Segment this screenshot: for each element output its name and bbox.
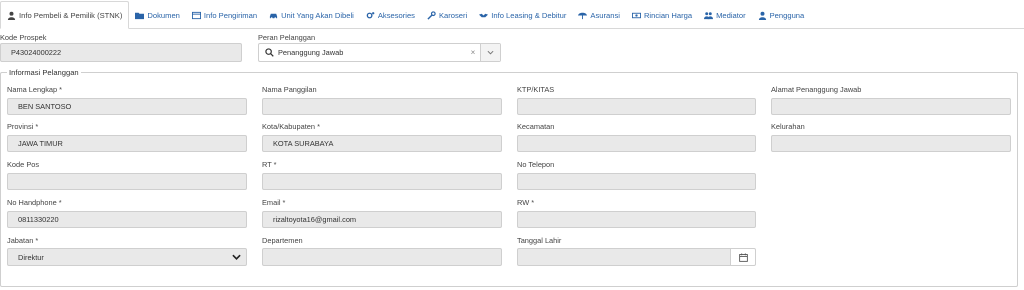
rw-field[interactable]: [517, 211, 756, 228]
rt-label: RT *: [262, 160, 277, 169]
tab-mediator[interactable]: Mediator: [698, 2, 752, 28]
folder-icon: [135, 12, 145, 19]
search-icon: [265, 48, 274, 57]
clear-icon[interactable]: ×: [466, 48, 480, 57]
tab-dokumen[interactable]: Dokumen: [129, 2, 186, 28]
tab-info-leasing[interactable]: Info Leasing & Debitur: [473, 2, 572, 28]
departemen-field[interactable]: [262, 248, 502, 266]
tab-label: Unit Yang Akan Dibeli: [281, 10, 354, 20]
no-handphone-value: 0811330220: [18, 215, 59, 224]
jabatan-label: Jabatan *: [7, 236, 39, 245]
nama-lengkap-label: Nama Lengkap *: [7, 85, 63, 94]
tab-unit[interactable]: Unit Yang Akan Dibeli: [263, 2, 360, 28]
tab-label: Pengguna: [769, 10, 805, 20]
provinsi-field[interactable]: JAWA TIMUR: [7, 135, 247, 152]
email-label: Email *: [262, 198, 286, 207]
kode-prospek-value: P43024000222: [11, 48, 62, 57]
nama-lengkap-field[interactable]: BEN SANTOSO: [7, 98, 247, 115]
kelurahan-field[interactable]: [771, 135, 1011, 152]
kota-label: Kota/Kabupaten *: [262, 122, 320, 131]
nama-lengkap-value: BEN SANTOSO: [18, 102, 72, 111]
cogs-icon: [366, 11, 375, 18]
alamat-pj-field[interactable]: [771, 98, 1011, 115]
calendar-icon: [738, 252, 748, 262]
departemen-label: Departemen: [262, 236, 303, 245]
window-icon: [191, 11, 201, 19]
provinsi-value: JAWA TIMUR: [18, 139, 63, 148]
tab-label: Info Pengiriman: [203, 10, 258, 20]
wrench-icon: [427, 10, 436, 20]
nama-panggilan-label: Nama Panggilan: [262, 85, 317, 94]
tab-info-pembeli[interactable]: Info Pembeli & Pemilik (STNK): [0, 1, 130, 29]
tab-label: Aksesories: [377, 10, 415, 20]
rw-label: RW *: [517, 198, 535, 207]
alamat-pj-label: Alamat Penanggung Jawab: [771, 85, 862, 94]
ktp-label: KTP/KITAS: [517, 85, 555, 94]
car-icon: [269, 13, 278, 19]
date-picker-button[interactable]: [731, 248, 756, 266]
tanggal-lahir-field[interactable]: [517, 248, 731, 266]
kelurahan-label: Kelurahan: [771, 122, 805, 131]
tab-label: Dokumen: [147, 10, 180, 20]
kode-pos-field[interactable]: [7, 173, 247, 190]
email-field[interactable]: rizaltoyota16@gmail.com: [262, 211, 502, 228]
ktp-field[interactable]: [517, 98, 756, 115]
handshake-icon: [479, 13, 489, 17]
section-title: Informasi Pelanggan: [7, 68, 81, 77]
tab-label: Mediator: [716, 10, 746, 20]
kode-prospek-label: Kode Prospek: [0, 33, 47, 42]
umbrella-icon: [578, 12, 588, 19]
kota-field[interactable]: KOTA SURABAYA: [262, 135, 502, 152]
tab-info-pengiriman[interactable]: Info Pengiriman: [186, 2, 263, 28]
money-icon: [631, 12, 641, 18]
kode-prospek-field[interactable]: P43024000222: [0, 43, 242, 62]
no-handphone-label: No Handphone *: [7, 198, 62, 207]
dropdown-button[interactable]: [480, 44, 500, 61]
peran-pelanggan-label: Peran Pelanggan: [258, 33, 316, 42]
tab-label: Karoseri: [438, 10, 468, 20]
tab-rincian-harga[interactable]: Rincian Harga: [626, 2, 698, 28]
provinsi-label: Provinsi *: [7, 122, 39, 131]
chevron-down-icon: [487, 50, 494, 55]
peran-pelanggan-select[interactable]: Penanggung Jawab ×: [258, 43, 501, 62]
tab-aksesories[interactable]: Aksesories: [360, 2, 421, 28]
kecamatan-label: Kecamatan: [517, 122, 555, 131]
no-telepon-field[interactable]: [517, 173, 756, 190]
nama-panggilan-field[interactable]: [262, 98, 502, 115]
no-handphone-field[interactable]: 0811330220: [7, 211, 247, 228]
tab-asuransi[interactable]: Asuransi: [572, 2, 626, 28]
jabatan-value: Direktur: [18, 252, 44, 262]
tanggal-lahir-label: Tanggal Lahir: [517, 236, 562, 245]
user-icon: [7, 11, 16, 20]
tab-label: Asuransi: [590, 10, 620, 20]
email-value: rizaltoyota16@gmail.com: [273, 215, 357, 224]
tab-label: Info Pembeli & Pemilik (STNK): [19, 10, 123, 20]
tab-bar: Info Pembeli & Pemilik (STNK) Dokumen In…: [0, 1, 1024, 29]
tab-karoseri[interactable]: Karoseri: [421, 2, 473, 28]
kota-value: KOTA SURABAYA: [273, 139, 334, 148]
no-telepon-label: No Telepon: [517, 160, 555, 169]
kode-pos-label: Kode Pos: [7, 160, 40, 169]
peran-pelanggan-value: Penanggung Jawab: [278, 48, 344, 57]
users-icon: [704, 11, 714, 19]
jabatan-select[interactable]: Direktur: [7, 248, 247, 266]
chevron-down-icon: [232, 254, 241, 260]
rt-field[interactable]: [262, 173, 502, 190]
tab-label: Rincian Harga: [643, 10, 693, 20]
kecamatan-field[interactable]: [517, 135, 756, 152]
tab-pengguna[interactable]: Pengguna: [752, 2, 811, 28]
tab-label: Info Leasing & Debitur: [491, 10, 567, 20]
user-icon: [758, 11, 766, 20]
